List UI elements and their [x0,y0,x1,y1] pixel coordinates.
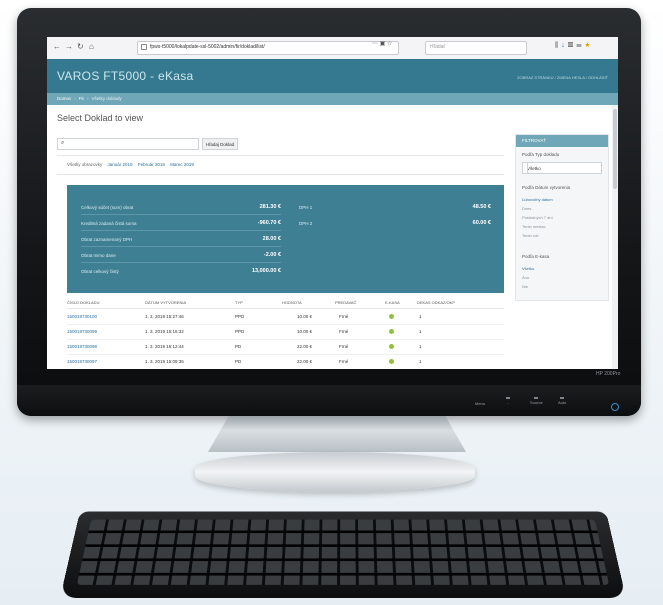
monitor-button-minus[interactable]: - [506,397,510,405]
table-header: ČÍSLO DOKLADU DÁTUM VYTVORENIA TYP HODNO… [67,298,504,309]
browser-toolbar-icons: ⫼↓▥☰★ [555,42,593,50]
breadcrumb: Domov › Fir › Všetky doklady [57,96,122,101]
breadcrumb-section[interactable]: Fir [79,96,84,101]
column-header[interactable]: DÁTUM VYTVORENIA [145,300,186,305]
summary-row: Obrat zaznamenaný DPH 28.00 € [81,235,281,247]
filter-date-option[interactable]: Tento rok [522,233,538,238]
back-icon[interactable]: ← [53,43,61,51]
monitor-button-menu[interactable]: Menu [475,401,485,406]
date-hierarchy-month-3[interactable]: Marec 2019 [170,162,194,167]
filter-type-select[interactable]: Všetko [522,162,602,174]
summary-row: Obrat mimo dane -2.00 € [81,251,281,263]
screen: ← → ↻ ⌂ fpws-t5000/lokalpdate-ssl-5002/a… [47,37,618,369]
extension-icon[interactable]: ★ [585,42,594,49]
ekasa-status-icon [389,344,394,349]
filter-ekasa-option[interactable]: Nie [522,284,528,289]
reload-icon[interactable]: ↻ [77,43,84,51]
filter-type-label: Podľa Typ dokladu [522,152,560,157]
forward-icon[interactable]: → [65,43,73,51]
ekasa-status-icon [389,329,394,334]
monitor-button-source[interactable]: Source [530,397,543,405]
filter-date-option[interactable]: Ľubovoľný dátum [522,197,553,202]
monitor-stand-neck [208,416,466,452]
column-header[interactable]: HODNOTA [282,300,302,305]
app-title[interactable]: VAROS FT5000 - eKasa [57,69,194,83]
power-icon[interactable] [611,403,619,411]
table-row[interactable]: 150019730098 1. 3. 2019 15:12:44 PD 22.0… [67,339,504,355]
menu-icon[interactable]: ☰ [576,42,584,49]
bookmark-star-icon[interactable]: ☆ [387,41,392,47]
table-row[interactable]: 150019730100 1. 3. 2019 15:27:46 PPD 10.… [67,309,504,325]
scrollbar-thumb[interactable] [613,109,617,189]
filter-sidebar: FILTROVAŤ Podľa Typ dokladu Všetko Podľa… [515,134,609,301]
home-icon[interactable]: ⌂ [89,43,94,51]
pocket-icon[interactable]: ▣ [380,41,386,47]
summary-row: Kreditná zadaná čistá suma -960.70 € [81,219,281,231]
filter-date-option[interactable]: Posledných 7 dní [522,215,553,220]
search-button[interactable]: Hľadaj Doklad [202,138,238,150]
filter-header: FILTROVAŤ [516,135,608,147]
search-icon: ⌕ [61,140,65,146]
brand-label: HP 200Pro [596,371,621,377]
page-title: Select Doklad to view [57,113,144,123]
column-header[interactable]: DEKAS ODKAZ/OKP [417,300,455,305]
more-icon[interactable]: ⋯ [372,41,378,47]
filter-ekasa-option[interactable]: Áno [522,275,529,280]
ekasa-status-icon [389,359,394,364]
date-hierarchy-month-2[interactable]: Február 2019 [138,162,165,167]
app-header: VAROS FT5000 - eKasa ZOBRAZ STRÁNKU / ZM… [47,59,618,93]
filter-ekasa-option[interactable]: Všetko [522,266,534,271]
summary-panel: Celkový súčet (sum) obrat 281.30 € Kredi… [67,185,504,293]
page-info-icon[interactable] [141,44,147,50]
divider [57,155,504,156]
keyboard [60,511,626,598]
breadcrumb-current: Všetky doklady [91,96,122,101]
address-text: fpws-t5000/lokalpdate-ssl-5002/admin/fir… [150,44,265,50]
chevron-down-icon [527,163,538,173]
filter-ekasa-label: Podľa E-kasa [522,254,550,259]
breadcrumb-bar: Domov › Fir › Všetky doklady [47,93,618,105]
table-row[interactable]: 150019730097 1. 3. 2019 15:09:36 PD 22.0… [67,354,504,369]
date-hierarchy: Všetky obrazovky Január 2019 Február 201… [67,162,194,167]
dph-row: DPH 2 60.00 € [299,220,491,226]
browser-toolbar: ← → ↻ ⌂ fpws-t5000/lokalpdate-ssl-5002/a… [47,37,618,60]
browser-search-input[interactable]: Hľadať [425,41,527,55]
filter-date-option[interactable]: Tento mesiac [522,224,546,229]
column-header[interactable]: E-KASA [385,300,400,305]
filter-date-option[interactable]: Dnes [522,206,531,211]
keyboard-keys [76,519,610,585]
date-hierarchy-all[interactable]: Všetky obrazovky [67,162,102,167]
address-bar-tools: ⋯ ▣ ☆ [372,40,392,47]
date-hierarchy-month-1[interactable]: Január 2019 [108,162,133,167]
filter-date-label: Podľa Dátum vytvorenia [522,185,571,190]
column-header[interactable]: PREDAVAČ [335,300,356,305]
monitor-chin [17,385,641,416]
monitor-button-auto[interactable]: Auto [558,397,566,405]
column-header[interactable]: TYP [235,300,243,305]
breadcrumb-home[interactable]: Domov [57,96,71,101]
summary-row: Celkový súčet (sum) obrat 281.30 € [81,203,281,215]
ekasa-status-icon [389,314,394,319]
monitor-stand-base [195,452,475,492]
divider [57,174,504,175]
column-header[interactable]: ČÍSLO DOKLADU [67,300,99,305]
page-scrollbar[interactable] [612,105,618,369]
address-bar[interactable]: fpws-t5000/lokalpdate-ssl-5002/admin/fir… [137,41,399,55]
summary-row: Obrat celkový čistý 13,000.00 € [81,268,281,274]
dph-row: DPH 1 48.50 € [299,204,491,210]
search-input[interactable]: ⌕ [57,138,199,150]
user-links[interactable]: ZOBRAZ STRÁNKU / ZMENA HESLA / ODHLÁSIŤ [517,75,608,80]
table-row[interactable]: 150019730099 1. 3. 2019 15:15:32 PPD 10.… [67,324,504,340]
